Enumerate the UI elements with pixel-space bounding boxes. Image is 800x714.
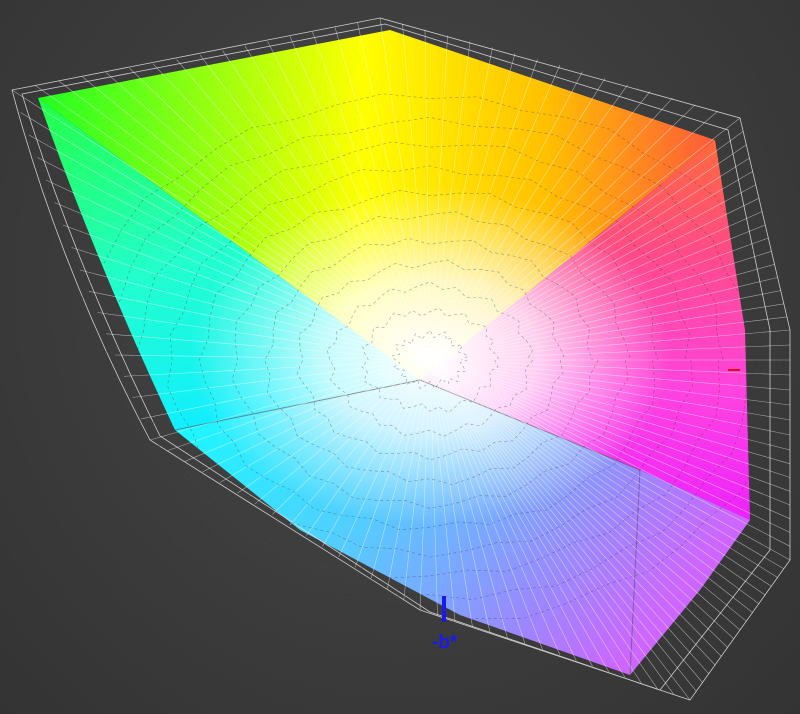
gamut-3d-viewport[interactable]: -b* [0,0,800,714]
axis-neg-b-label: -b* [432,632,458,653]
gamut-scene: -b* [11,17,791,701]
